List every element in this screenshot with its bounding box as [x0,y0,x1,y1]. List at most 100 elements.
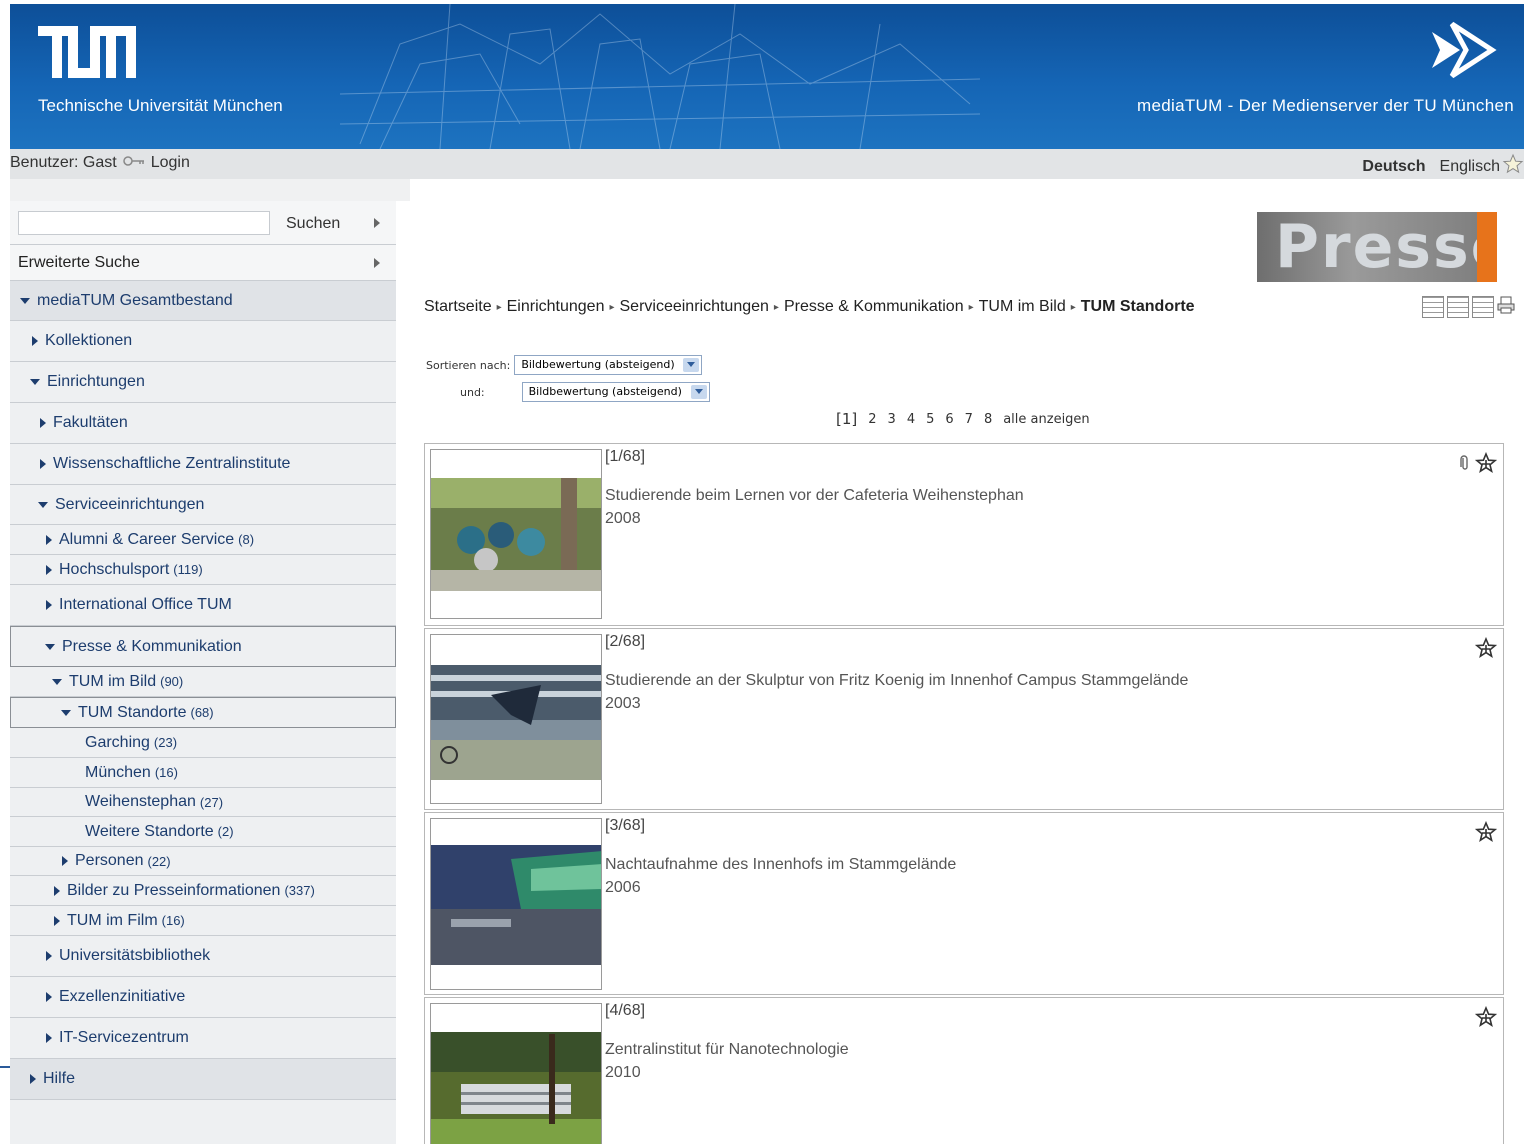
sidebar-item-gesamtbestand[interactable]: mediaTUM Gesamtbestand [10,281,396,321]
breadcrumb-einrichtungen[interactable]: Einrichtungen [507,298,605,316]
result-thumbnail[interactable] [430,818,602,990]
breadcrumb-current: TUM Standorte [1080,298,1195,315]
print-icon[interactable] [1497,296,1515,318]
result-item[interactable]: [3/68] Nachtaufnahme des Innenhofs im St… [424,812,1504,995]
key-icon [122,154,145,172]
result-title[interactable]: Studierende beim Lernen vor der Cafeteri… [605,487,1024,505]
result-item[interactable]: [2/68] Studierende an der Skulptur von F… [424,628,1504,810]
view-switcher [1422,296,1515,318]
paperclip-icon[interactable] [1459,455,1471,475]
advanced-search-link[interactable]: Erweiterte Suche [10,245,396,281]
sidebar-item-bibliothek[interactable]: Universitätsbibliothek [10,936,396,977]
sidebar-item-label: International Office TUM [59,596,232,613]
page-link[interactable]: 6 [945,412,953,427]
sidebar-item-kollektionen[interactable]: Kollektionen [10,321,396,362]
sidebar-item-weitere-standorte[interactable]: Weitere Standorte (2) [10,817,396,847]
collapsed-icon [40,459,46,469]
collapsed-icon [40,418,46,428]
result-thumbnail[interactable] [430,449,602,619]
sidebar-item-hilfe[interactable]: Hilfe [10,1059,396,1100]
language-german[interactable]: Deutsch [1362,158,1425,176]
breadcrumb-presse[interactable]: Presse & Kommunikation [784,298,964,316]
sidebar-item-label: TUM im Bild [69,672,157,690]
sidebar-item-tum-im-film[interactable]: TUM im Film (16) [10,906,396,936]
chevron-right-icon [374,218,380,228]
add-favorite-icon[interactable] [1474,636,1498,663]
sidebar-item-it-servicezentrum[interactable]: IT-Servicezentrum [10,1018,396,1059]
login-link[interactable]: Login [151,154,190,172]
sidebar-item-zentralinstitute[interactable]: Wissenschaftliche Zentralinstitute [10,444,396,485]
sidebar-item-label: IT-Servicezentrum [59,1029,189,1046]
breadcrumb-startseite[interactable]: Startseite [424,298,492,316]
result-thumbnail[interactable] [430,1003,602,1144]
result-index: [2/68] [605,633,646,650]
sort-select-2[interactable]: Bildbewertung (absteigend) [521,382,710,402]
sidebar-item-tum-standorte[interactable]: TUM Standorte (68) [10,697,396,728]
page-link[interactable]: 4 [907,412,915,427]
sidebar-item-fakultaeten[interactable]: Fakultäten [10,403,396,444]
breadcrumb-separator: ▸ [773,301,779,313]
pagination: [1] 2 3 4 5 6 7 8 alle anzeigen [836,410,1090,428]
item-count: (337) [284,883,315,898]
sidebar-item-label: Bilder zu Presseinformationen [67,881,281,899]
result-year: 2010 [605,1064,641,1081]
language-english[interactable]: Englisch [1440,158,1500,176]
sidebar-item-einrichtungen[interactable]: Einrichtungen [10,362,396,403]
sidebar-item-hochschulsport[interactable]: Hochschulsport (119) [10,555,396,585]
sidebar-item-garching[interactable]: Garching (23) [10,728,396,758]
sidebar-item-international-office[interactable]: International Office TUM [10,585,396,626]
item-count: (90) [160,674,184,689]
sidebar: Suchen Erweiterte Suche mediaTUM Gesamtb… [10,201,396,1144]
result-title[interactable]: Nachtaufnahme des Innenhofs im Stammgelä… [605,856,956,874]
tum-logo[interactable] [38,26,138,78]
collapsed-icon [46,951,52,961]
page-link[interactable]: 2 [868,412,876,427]
collapsed-icon [54,915,60,926]
item-count: (22) [147,853,171,869]
show-all-link[interactable]: alle anzeigen [1003,412,1089,427]
sidebar-item-weihenstephan[interactable]: Weihenstephan (27) [10,788,396,817]
breadcrumb-tum-im-bild[interactable]: TUM im Bild [979,298,1066,316]
sidebar-item-label: Exzellenzinitiative [59,988,186,1005]
detail-view-icon[interactable] [1472,296,1494,318]
expanded-icon [30,379,40,385]
breadcrumb-serviceeinrichtungen[interactable]: Serviceeinrichtungen [620,298,769,316]
add-favorite-icon[interactable] [1474,820,1498,847]
page-link[interactable]: 7 [965,412,973,427]
search-input[interactable] [18,211,270,235]
banner-accent [1477,212,1497,282]
breadcrumb-separator: ▸ [496,301,502,313]
sidebar-item-personen[interactable]: Personen (22) [10,847,396,876]
add-favorite-icon[interactable] [1474,451,1498,478]
result-title[interactable]: Zentralinstitut für Nanotechnologie [605,1041,849,1059]
sidebar-item-exzellenzinitiative[interactable]: Exzellenzinitiative [10,977,396,1018]
sort-select-1[interactable]: Bildbewertung (absteigend) [514,355,703,375]
mediatum-logo-icon[interactable] [1422,18,1502,82]
page-link[interactable]: 8 [984,412,992,427]
collapsed-icon [54,885,60,896]
result-thumbnail[interactable] [430,634,602,804]
result-item[interactable]: [4/68] Zentralinstitut für Nanotechnolog… [424,997,1504,1144]
sidebar-item-serviceeinrichtungen[interactable]: Serviceeinrichtungen [10,485,396,525]
page-link[interactable]: 3 [888,412,896,427]
sidebar-item-label: Weihenstephan [85,793,196,810]
banner-text: Presse [1275,212,1497,282]
list-view-icon[interactable] [1447,296,1469,318]
breadcrumb-separator: ▸ [1070,301,1076,313]
sidebar-item-label: Personen [75,852,144,869]
search-button[interactable]: Suchen [286,215,340,233]
star-icon[interactable] [1502,153,1524,180]
result-item[interactable]: [1/68] Studierende beim Lernen vor der C… [424,443,1504,626]
sidebar-item-muenchen[interactable]: München (16) [10,758,396,788]
sort-row-2: und: Bildbewertung (absteigend) [460,382,710,402]
page-link[interactable]: 5 [926,412,934,427]
sidebar-item-alumni[interactable]: Alumni & Career Service (8) [10,525,396,555]
result-year: 2008 [605,510,641,527]
add-favorite-icon[interactable] [1474,1005,1498,1032]
sidebar-item-presseinformationen[interactable]: Bilder zu Presseinformationen (337) [10,876,396,906]
grid-view-icon[interactable] [1422,296,1444,318]
sidebar-item-presse[interactable]: Presse & Kommunikation [10,626,396,667]
sidebar-item-tum-im-bild[interactable]: TUM im Bild (90) [10,667,396,697]
user-label: Benutzer: Gast [10,154,117,171]
result-title[interactable]: Studierende an der Skulptur von Fritz Ko… [605,672,1188,690]
